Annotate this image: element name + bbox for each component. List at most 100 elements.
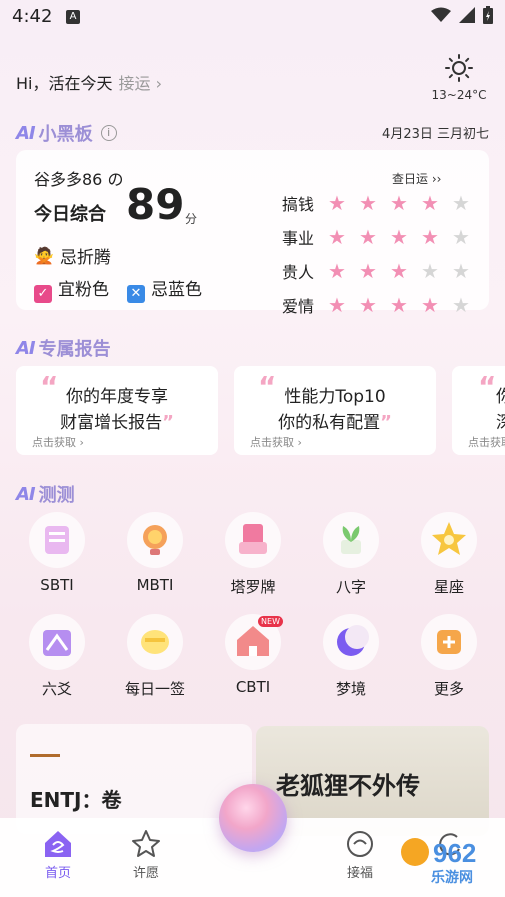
star-icon: ★ — [390, 191, 408, 215]
bad-color-text: 忌蓝色 — [151, 280, 202, 300]
test-label: 星座 — [433, 578, 464, 596]
wifi-icon — [431, 7, 451, 22]
article-image-title: 老狐狸不外传 — [276, 772, 420, 800]
reports-title: 专属报告 — [38, 339, 111, 360]
sbti-icon — [29, 512, 85, 568]
good-color: ✓ 宜粉色 — [34, 275, 109, 303]
ai-logo-icon: AI — [16, 122, 36, 144]
star-icon: ★ — [390, 225, 408, 249]
report-line1: 你 — [496, 387, 505, 407]
star-icon: ★ — [452, 259, 470, 283]
date-label: 4月23日 三月初七 — [382, 127, 489, 142]
star-icon: ★ — [328, 293, 346, 317]
test-item[interactable]: MBTI — [107, 512, 203, 594]
test-label: 每日一签 — [124, 680, 185, 698]
blackboard-title: 小黑板 — [38, 124, 93, 145]
nav-blessing-label: 接福 — [346, 866, 373, 881]
more-icon — [421, 614, 477, 670]
color-advice: ✓ 宜粉色 ✕ 忌蓝色 — [34, 275, 202, 303]
tarot-card-icon — [225, 512, 281, 568]
avoid-text: 忌折腾 — [59, 248, 111, 268]
weather-widget[interactable]: 13~24°C — [429, 54, 489, 102]
report-card[interactable]: “ 性能力Top10 你的私有配置” 点击获取 › — [234, 366, 436, 455]
check-day-link[interactable]: 查日运 ›› — [392, 170, 441, 187]
blessing-icon — [347, 831, 373, 857]
star-icon: ★ — [328, 225, 346, 249]
rating-list: 搞钱 ★ ★ ★ ★ ★ 事业 ★ ★ ★ ★ ★ 贵人 ★ ★ ★ ★ ★ 爱情 ★ ★ ★ ★ ★ — [282, 186, 483, 322]
report-get-link[interactable]: 点击获取 — [468, 434, 505, 450]
report-card[interactable]: “ 你的年度专享 财富增长报告” 点击获取 › — [16, 366, 218, 455]
battery-icon — [483, 6, 493, 24]
sun-icon — [445, 54, 473, 82]
ai-logo-icon: AI — [16, 337, 36, 359]
nav-home[interactable]: 首页 — [28, 826, 88, 881]
star-icon: ★ — [328, 259, 346, 283]
star-icon: ★ — [452, 225, 470, 249]
report-get-link[interactable]: 点击获取 › — [32, 434, 84, 450]
reports-header: AI 专属报告 — [16, 335, 111, 361]
star-icon: ★ — [328, 191, 346, 215]
rating-row: 事业 ★ ★ ★ ★ ★ — [282, 220, 483, 254]
blackboard-header: AI 小黑板 i — [16, 120, 117, 146]
person-icon: 🙅 — [34, 246, 54, 265]
status-icons — [431, 6, 493, 24]
greeting: Hi，活在今天 接运 › — [16, 70, 162, 94]
star-icon: ★ — [390, 259, 408, 283]
test-item[interactable]: 星座 — [401, 512, 497, 597]
test-item[interactable]: 每日一签 — [107, 614, 203, 699]
test-label: 六爻 — [41, 680, 72, 698]
test-item[interactable]: SBTI — [9, 512, 105, 594]
score-value: 89 — [126, 180, 185, 229]
test-item[interactable]: 八字 — [303, 512, 399, 597]
test-label: 更多 — [433, 680, 464, 698]
svg-text:962: 962 — [433, 838, 476, 868]
star-icon: ★ — [421, 225, 439, 249]
notification-a-icon: A — [66, 10, 80, 24]
test-item[interactable]: 六爻 — [9, 614, 105, 699]
status-time: 4:42 — [12, 6, 53, 27]
accent-bar — [30, 754, 60, 757]
star-icon: ★ — [390, 293, 408, 317]
bad-color: ✕ 忌蓝色 — [127, 275, 202, 303]
rating-row: 贵人 ★ ★ ★ ★ ★ — [282, 254, 483, 288]
report-line2: 财富增长报告” — [60, 412, 174, 433]
test-label: SBTI — [40, 576, 74, 594]
svg-text:乐游网: 乐游网 — [431, 869, 473, 886]
user-name: 谷多多86 の — [34, 170, 124, 189]
star-icon: ★ — [359, 259, 377, 283]
score-label: 今日综合 — [34, 204, 106, 225]
score-unit: 分 — [185, 212, 198, 226]
report-line1: 性能力Top10 — [284, 387, 386, 407]
star-icon: ★ — [359, 225, 377, 249]
rating-label: 搞钱 — [282, 195, 315, 214]
report-line2: 深 — [496, 413, 505, 433]
moon-icon — [323, 614, 379, 670]
test-item[interactable]: 更多 — [401, 614, 497, 699]
avoid-item: 🙅 忌折腾 — [34, 243, 111, 268]
ai-logo-icon: AI — [16, 483, 36, 505]
signal-icon — [459, 7, 475, 23]
nav-home-label: 首页 — [44, 866, 71, 881]
cross-icon: ✕ — [127, 285, 145, 303]
star-icon: ★ — [359, 191, 377, 215]
report-get-link[interactable]: 点击获取 › — [250, 434, 302, 450]
rating-row: 搞钱 ★ ★ ★ ★ ★ — [282, 186, 483, 220]
article-title: ENTJ：卷 — [30, 788, 122, 812]
fortune-stick-icon — [127, 614, 183, 670]
nav-blessing[interactable]: 接福 — [330, 826, 390, 881]
info-icon[interactable]: i — [100, 125, 117, 141]
test-item[interactable]: NEW CBTI — [205, 614, 301, 696]
test-item[interactable]: 梦境 — [303, 614, 399, 699]
quote-icon: “ — [478, 370, 497, 403]
test-label: 塔罗牌 — [230, 578, 276, 596]
nav-wish[interactable]: 许愿 — [116, 826, 176, 881]
luck-link[interactable]: 接运 › — [118, 70, 162, 94]
star-icon — [421, 512, 477, 568]
weather-temp: 13~24°C — [431, 88, 487, 102]
house-icon: NEW — [225, 614, 283, 670]
rating-label: 事业 — [282, 229, 315, 248]
center-orb-button[interactable] — [219, 784, 287, 852]
report-card[interactable]: “ 你 深 点击获取 — [452, 366, 505, 455]
star-icon: ★ — [421, 259, 439, 283]
test-item[interactable]: 塔罗牌 — [205, 512, 301, 597]
